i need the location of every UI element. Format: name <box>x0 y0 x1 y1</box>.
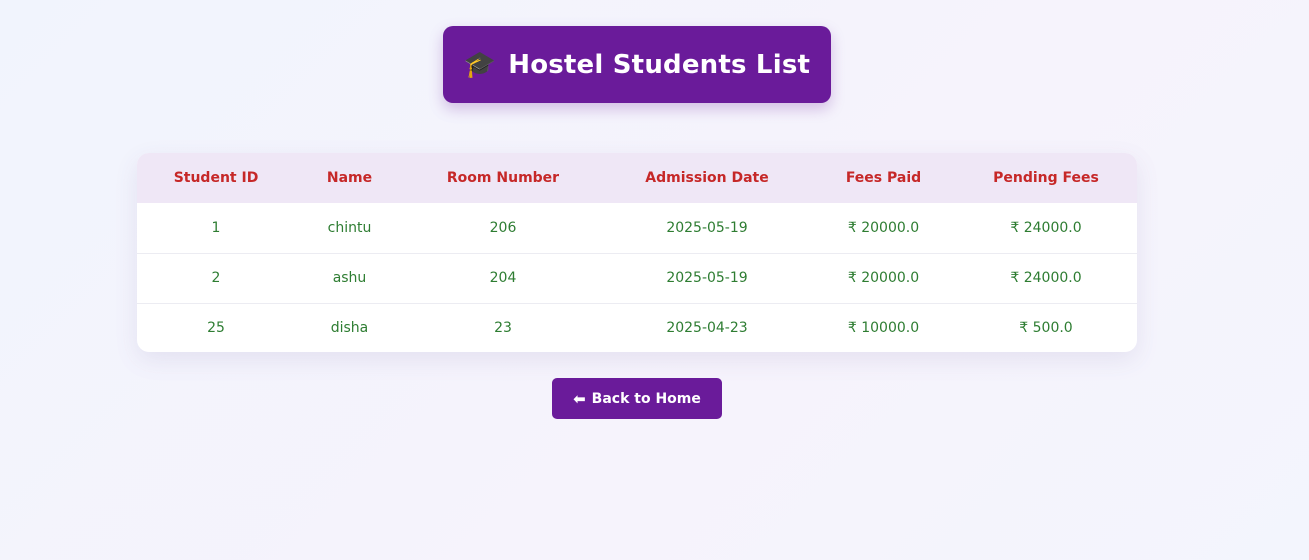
page-title-card: 🎓 Hostel Students List <box>443 26 831 103</box>
column-header-student-id: Student ID <box>173 170 259 186</box>
column-header-room-number: Room Number <box>446 170 560 186</box>
table-row: 2 ashu 204 2025-05-19 ₹ 20000.0 ₹ 24000.… <box>137 253 1137 303</box>
arrow-left-icon: ⬅ <box>573 389 586 408</box>
cell-admission-date: 2025-05-19 <box>666 219 748 236</box>
back-to-home-button[interactable]: ⬅ Back to Home <box>552 378 722 419</box>
cell-room-number: 204 <box>489 270 517 286</box>
cell-name: chintu <box>327 219 372 236</box>
cell-student-id: 1 <box>211 219 221 236</box>
students-table: Student ID Name Room Number Admission Da… <box>137 153 1137 352</box>
cell-name: disha <box>330 320 369 337</box>
cell-pending-fees: ₹ 500.0 <box>1019 320 1073 337</box>
cell-student-id: 25 <box>207 320 225 337</box>
table-header-row: Student ID Name Room Number Admission Da… <box>137 153 1137 203</box>
back-to-home-label: Back to Home <box>591 390 701 407</box>
page-title: Hostel Students List <box>508 49 811 80</box>
cell-name: ashu <box>332 270 367 286</box>
cell-admission-date: 2025-04-23 <box>666 320 748 337</box>
cell-room-number: 23 <box>494 320 512 337</box>
column-header-pending-fees: Pending Fees <box>993 170 1099 186</box>
column-header-name: Name <box>326 170 373 186</box>
cell-admission-date: 2025-05-19 <box>666 270 748 286</box>
column-header-admission-date: Admission Date <box>645 170 769 186</box>
students-table-card: Student ID Name Room Number Admission Da… <box>137 153 1137 352</box>
cell-student-id: 2 <box>211 270 221 286</box>
cell-pending-fees: ₹ 24000.0 <box>1010 219 1082 236</box>
table-row: 1 chintu 206 2025-05-19 ₹ 20000.0 ₹ 2400… <box>137 203 1137 253</box>
cell-room-number: 206 <box>489 219 517 236</box>
table-row: 25 disha 23 2025-04-23 ₹ 10000.0 ₹ 500.0 <box>137 303 1137 352</box>
graduation-cap-icon: 🎓 <box>463 49 497 80</box>
column-header-fees-paid: Fees Paid <box>845 170 922 186</box>
cell-fees-paid: ₹ 10000.0 <box>847 320 920 337</box>
cell-fees-paid: ₹ 20000.0 <box>847 219 920 236</box>
cell-pending-fees: ₹ 24000.0 <box>1010 270 1082 286</box>
cell-fees-paid: ₹ 20000.0 <box>847 270 920 286</box>
